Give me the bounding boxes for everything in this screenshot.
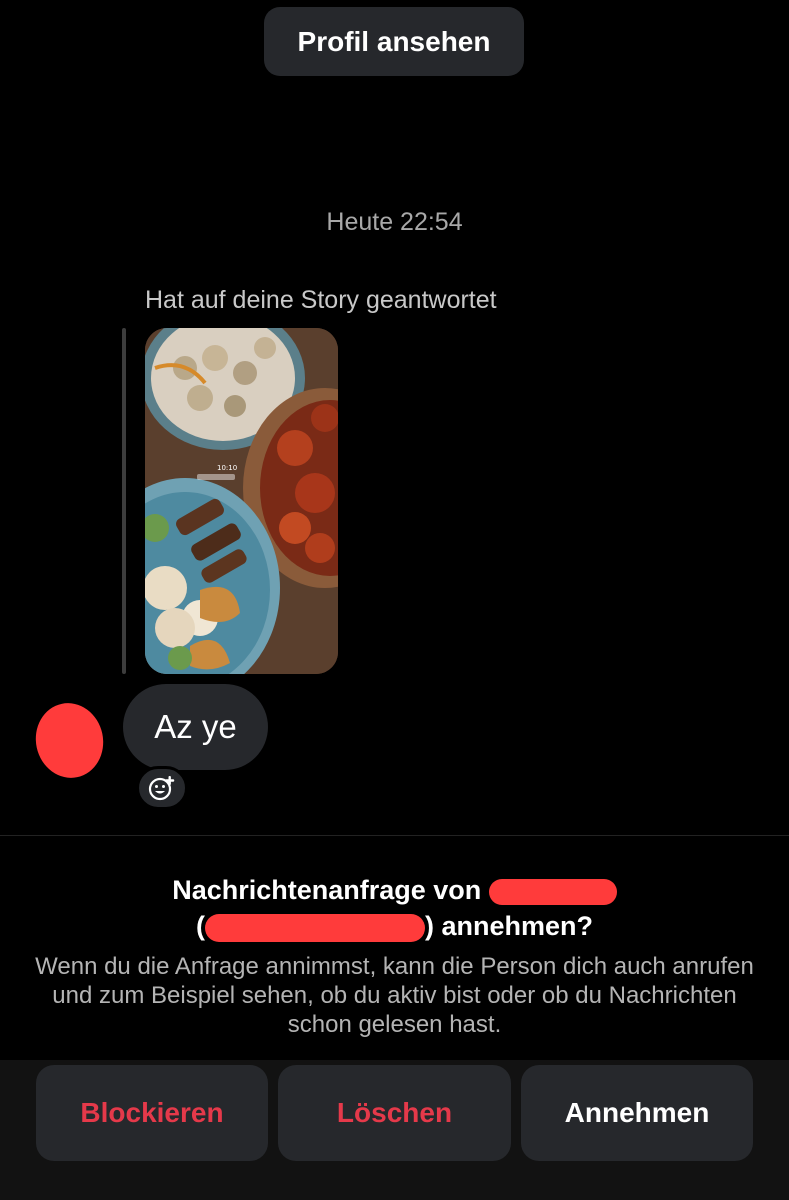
redacted-name — [488, 878, 617, 905]
request-title-prefix: Nachrichtenanfrage von — [172, 875, 482, 905]
request-title-paren: ( — [195, 911, 205, 941]
redacted-username — [204, 913, 425, 942]
section-divider — [0, 835, 789, 836]
add-reaction-icon — [148, 776, 175, 801]
sender-avatar-redacted[interactable] — [28, 696, 111, 785]
message-bubble[interactable]: Az ye — [123, 684, 268, 770]
request-title-line1: Nachrichtenanfrage von — [0, 872, 789, 908]
message-text: Az ye — [154, 708, 237, 745]
request-title-line2: ( ) annehmen? — [0, 908, 789, 944]
story-thumbnail[interactable]: 10:10 — [145, 328, 338, 674]
view-profile-button[interactable]: Profil ansehen — [264, 7, 524, 76]
chat-screen: Profil ansehen Heute 22:54 Hat auf deine… — [0, 0, 789, 1200]
reply-quote-bar — [122, 328, 126, 674]
request-description: Wenn du die Anfrage annimmst, kann die P… — [35, 953, 754, 1038]
request-title-suffix: ) annehmen? — [424, 911, 593, 941]
story-overlay-bar — [197, 474, 235, 480]
request-title: Nachrichtenanfrage von ( ) annehmen? — [0, 872, 789, 944]
accept-button[interactable]: Annehmen — [521, 1065, 753, 1161]
delete-button[interactable]: Löschen — [278, 1065, 511, 1161]
food-photo-image: 10:10 — [145, 328, 338, 674]
add-reaction-button[interactable] — [136, 766, 188, 810]
story-clock-label: 10:10 — [217, 464, 237, 472]
message-timestamp: Heute 22:54 — [326, 208, 463, 236]
story-reply-caption: Hat auf deine Story geantwortet — [145, 286, 497, 314]
block-button[interactable]: Blockieren — [36, 1065, 268, 1161]
